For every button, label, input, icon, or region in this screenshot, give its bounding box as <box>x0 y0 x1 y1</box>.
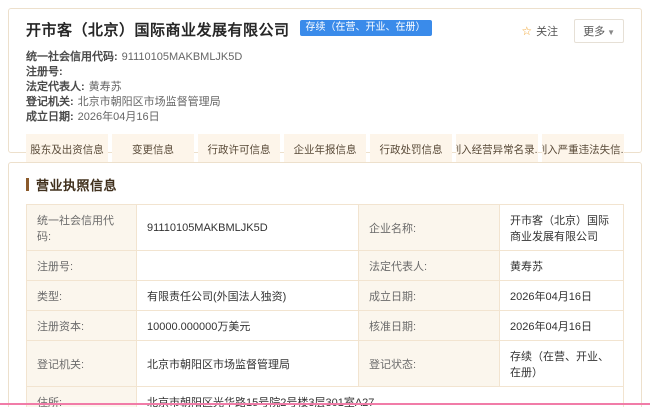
table-value: 开市客（北京）国际商业发展有限公司 <box>500 205 624 251</box>
table-value: 存续（在营、开业、在册） <box>500 341 624 387</box>
follow-label: 关注 <box>536 23 558 39</box>
tab-illegal-list[interactable]: 列入严重违法失信... <box>542 134 624 164</box>
tab-shareholders[interactable]: 股东及出资信息 <box>26 134 108 164</box>
header-actions: ☆ 关注 更多▼ <box>513 19 624 43</box>
table-value: 2026年04月16日 <box>500 311 624 341</box>
bottom-marker-line <box>0 403 650 405</box>
info-label: 登记机关: <box>26 96 74 108</box>
company-header-card: 开市客（北京）国际商业发展有限公司 存续（在营、开业、在册） ☆ 关注 更多▼ … <box>8 8 642 153</box>
table-label: 注册资本: <box>27 311 137 341</box>
table-value <box>137 251 359 281</box>
table-value: 黄寿苏 <box>500 251 624 281</box>
section-bar-icon <box>26 178 29 191</box>
page: 开市客（北京）国际商业发展有限公司 存续（在营、开业、在册） ☆ 关注 更多▼ … <box>0 0 650 407</box>
table-value: 91110105MAKBMLJK5D <box>137 205 359 251</box>
table-label: 类型: <box>27 281 137 311</box>
company-name: 开市客（北京）国际商业发展有限公司 <box>26 19 290 40</box>
tab-changes[interactable]: 变更信息 <box>112 134 194 164</box>
table-label: 核准日期: <box>359 311 500 341</box>
tab-abnormal-list[interactable]: 列入经营异常名录... <box>456 134 538 164</box>
info-value: 2026年04月16日 <box>78 111 160 123</box>
table-value: 2026年04月16日 <box>500 281 624 311</box>
info-line-reg-number: 注册号: <box>26 65 624 80</box>
business-license-card: 营业执照信息 统一社会信用代码: 91110105MAKBMLJK5D 企业名称… <box>8 162 642 407</box>
chevron-down-icon: ▼ <box>607 28 615 37</box>
info-line-credit-code: 统一社会信用代码: 91110105MAKBMLJK5D <box>26 50 624 65</box>
info-value: 北京市朝阳区市场监督管理局 <box>78 96 221 108</box>
table-label: 企业名称: <box>359 205 500 251</box>
table-value: 北京市朝阳区市场监督管理局 <box>137 341 359 387</box>
tab-admin-license[interactable]: 行政许可信息 <box>198 134 280 164</box>
info-line-establish-date: 成立日期: 2026年04月16日 <box>26 110 624 125</box>
tab-annual-report[interactable]: 企业年报信息 <box>284 134 366 164</box>
info-value: 黄寿苏 <box>89 81 122 93</box>
company-header-row: 开市客（北京）国际商业发展有限公司 存续（在营、开业、在册） ☆ 关注 更多▼ <box>26 19 624 43</box>
table-label: 注册号: <box>27 251 137 281</box>
table-label: 登记状态: <box>359 341 500 387</box>
license-table: 统一社会信用代码: 91110105MAKBMLJK5D 企业名称: 开市客（北… <box>26 204 624 407</box>
info-tabs: 股东及出资信息 变更信息 行政许可信息 企业年报信息 行政处罚信息 列入经营异常… <box>26 134 624 164</box>
company-info-lines: 统一社会信用代码: 91110105MAKBMLJK5D 注册号: 法定代表人: 黄… <box>26 50 624 125</box>
follow-button[interactable]: ☆ 关注 <box>513 20 566 42</box>
table-label: 统一社会信用代码: <box>27 205 137 251</box>
info-value: 91110105MAKBMLJK5D <box>122 51 243 63</box>
star-icon: ☆ <box>521 25 532 37</box>
more-button[interactable]: 更多▼ <box>574 19 624 43</box>
status-badge: 存续（在营、开业、在册） <box>300 20 432 36</box>
section-title-text: 营业执照信息 <box>36 175 117 194</box>
info-label: 法定代表人: <box>26 81 85 93</box>
section-title: 营业执照信息 <box>26 175 624 194</box>
info-line-reg-authority: 登记机关: 北京市朝阳区市场监督管理局 <box>26 95 624 110</box>
info-label: 统一社会信用代码: <box>26 51 118 63</box>
more-label: 更多 <box>583 26 605 38</box>
info-label: 成立日期: <box>26 111 74 123</box>
info-line-legal-rep: 法定代表人: 黄寿苏 <box>26 80 624 95</box>
info-label: 注册号: <box>26 66 63 78</box>
table-label: 成立日期: <box>359 281 500 311</box>
table-value: 10000.000000万美元 <box>137 311 359 341</box>
table-value: 有限责任公司(外国法人独资) <box>137 281 359 311</box>
tab-admin-penalty[interactable]: 行政处罚信息 <box>370 134 452 164</box>
table-label: 登记机关: <box>27 341 137 387</box>
table-label: 法定代表人: <box>359 251 500 281</box>
